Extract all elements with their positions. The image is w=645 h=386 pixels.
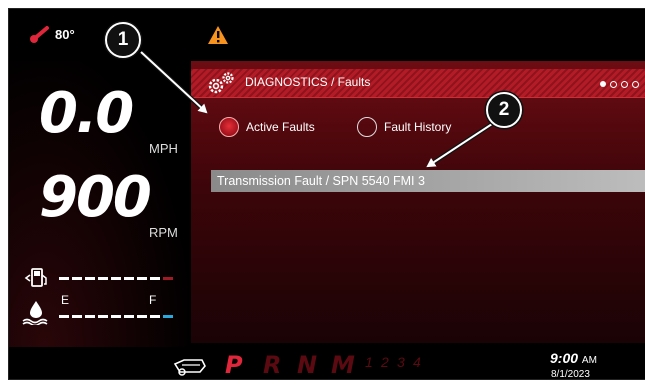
coolant-level-bar bbox=[59, 315, 173, 318]
fuel-level-bar bbox=[59, 277, 173, 280]
warning-icon bbox=[207, 25, 229, 50]
thermometer-icon bbox=[30, 26, 49, 43]
transmission-icon bbox=[173, 359, 206, 376]
clock-ampm: AM bbox=[581, 355, 597, 366]
coolant-full-label: F bbox=[149, 293, 157, 307]
clock-date: 8/1/2023 bbox=[551, 369, 590, 380]
gear-4: 4 bbox=[413, 354, 421, 370]
fault-text: Transmission Fault / SPN 5540 FMI 3 bbox=[217, 174, 425, 188]
gear-2: 2 bbox=[381, 354, 389, 370]
clock: 9:00 AM bbox=[550, 350, 597, 366]
active-faults-radio[interactable]: Active Faults bbox=[219, 117, 315, 137]
rpm-unit: RPM bbox=[149, 225, 178, 240]
fuel-pump-icon bbox=[24, 268, 47, 287]
diagnostics-panel: DIAGNOSTICS / Faults Active Faults Fault… bbox=[191, 61, 645, 343]
gauge-panel: 0.0 MPH 900 RPM E F bbox=[9, 61, 187, 351]
gears-icon bbox=[208, 72, 234, 94]
active-faults-label: Active Faults bbox=[246, 120, 315, 134]
fault-history-radio[interactable]: Fault History bbox=[357, 117, 451, 137]
radio-selected-icon bbox=[219, 117, 239, 137]
coolant-temp-icon bbox=[22, 301, 48, 325]
page-dot bbox=[610, 81, 617, 88]
gear-3: 3 bbox=[397, 354, 405, 370]
temperature-readout: 80° bbox=[29, 25, 75, 43]
instrument-display: 80° 0.0 MPH 900 RPM E F DIAGNOSTICS / Fa… bbox=[8, 8, 645, 380]
page-dot bbox=[600, 81, 606, 87]
status-bar: P R N M 1 2 3 4 9:00 AM 8/1/2023 bbox=[9, 347, 645, 379]
fault-list-item[interactable]: Transmission Fault / SPN 5540 FMI 3 bbox=[211, 170, 645, 192]
temperature-value: 80° bbox=[55, 26, 75, 42]
rpm-value: 900 bbox=[39, 165, 152, 230]
gear-n: N bbox=[297, 351, 318, 379]
page-indicator bbox=[600, 81, 639, 88]
fault-history-label: Fault History bbox=[384, 120, 452, 134]
radio-unselected-icon bbox=[357, 117, 377, 137]
callout-2: 2 bbox=[486, 92, 522, 128]
gear-p: P bbox=[225, 351, 243, 379]
page-dot bbox=[621, 81, 628, 88]
callout-1: 1 bbox=[105, 22, 141, 58]
gear-m: M bbox=[331, 351, 355, 379]
gear-r: R bbox=[263, 351, 282, 379]
page-dot bbox=[632, 81, 639, 88]
clock-time: 9:00 bbox=[550, 350, 579, 366]
speed-unit: MPH bbox=[149, 141, 178, 156]
diagnostics-header: DIAGNOSTICS / Faults bbox=[191, 69, 645, 98]
speed-value: 0.0 bbox=[39, 81, 134, 146]
coolant-empty-label: E bbox=[61, 293, 70, 307]
gear-1: 1 bbox=[365, 354, 373, 370]
diagnostics-title: DIAGNOSTICS / Faults bbox=[245, 75, 371, 89]
